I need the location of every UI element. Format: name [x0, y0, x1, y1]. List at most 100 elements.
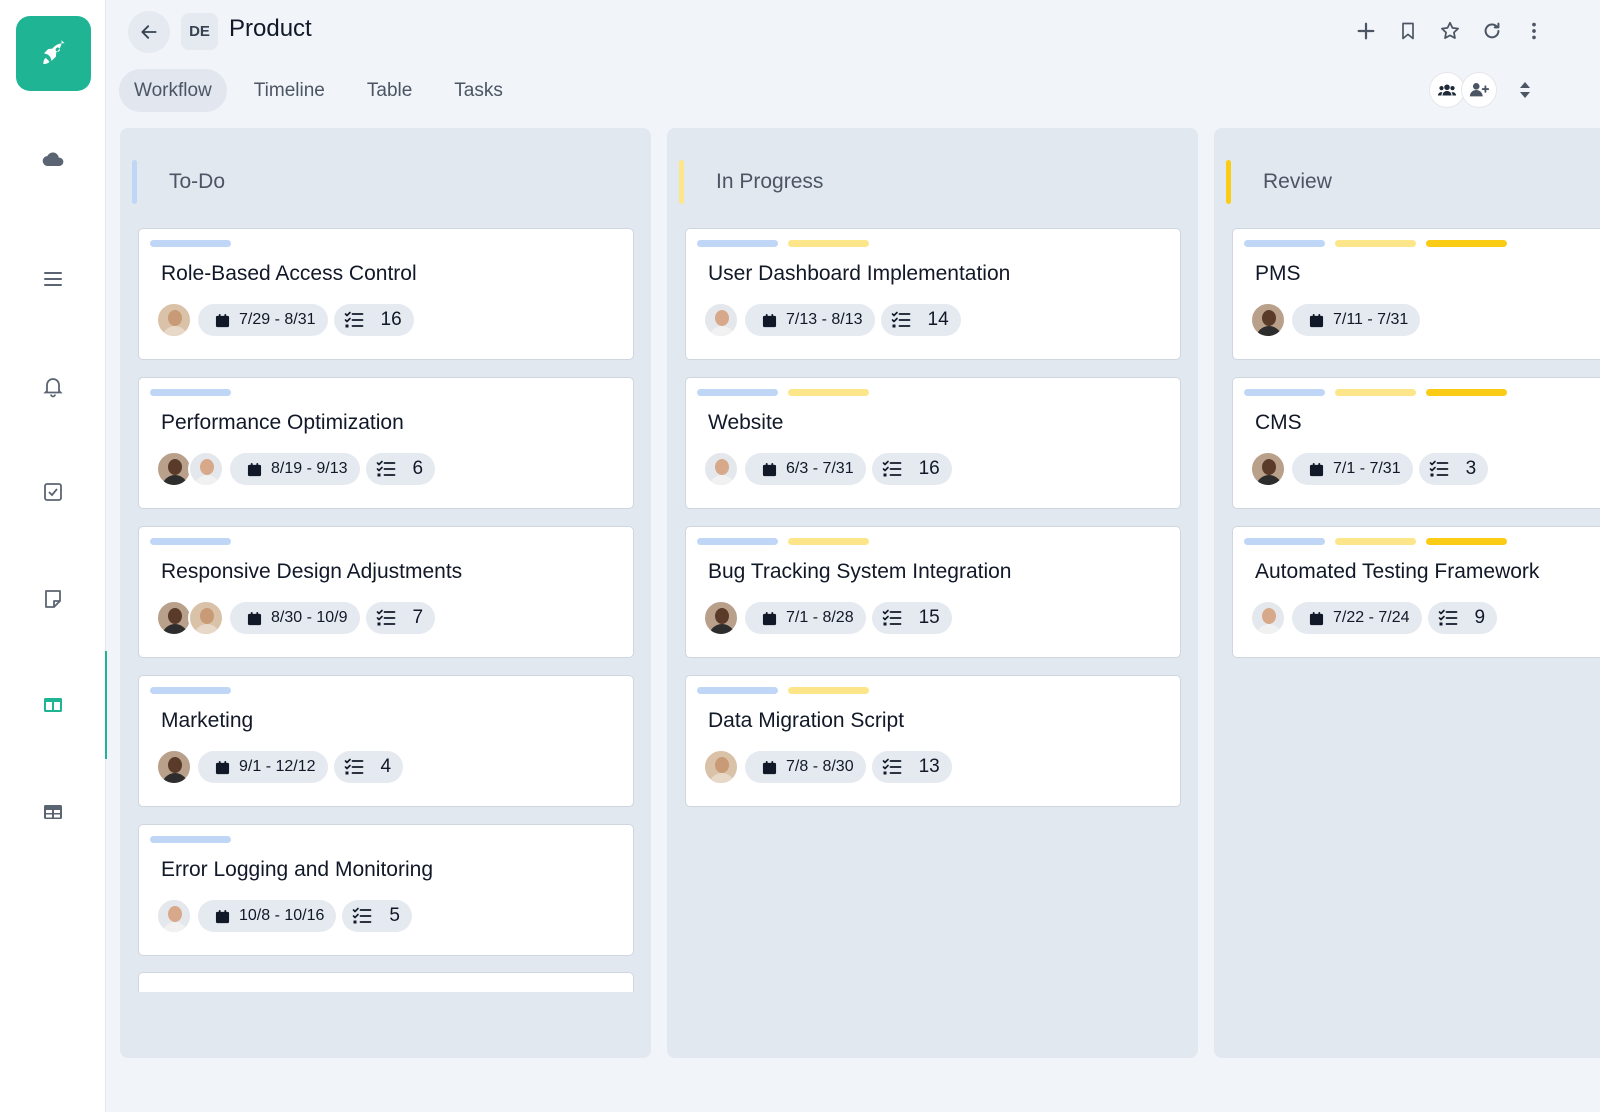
sidebar-item-notifications[interactable] — [0, 332, 106, 440]
members-button[interactable] — [1429, 72, 1465, 108]
calendar-icon — [215, 760, 230, 774]
date-range-pill[interactable]: 7/11 - 7/31 — [1292, 304, 1421, 336]
task-card[interactable]: Responsive Design Adjustments 8/30 - 10/9… — [138, 526, 634, 658]
avatar[interactable] — [156, 749, 192, 785]
card-title: User Dashboard Implementation — [708, 262, 1011, 285]
sidebar-item-board[interactable] — [0, 651, 107, 759]
calendar-icon — [215, 909, 230, 923]
card-title: Website — [708, 411, 784, 434]
tab-timeline[interactable]: Timeline — [239, 69, 340, 112]
checkbox-icon — [44, 483, 62, 501]
sidebar-item-cloud[interactable] — [0, 106, 106, 214]
sticky-note-icon — [45, 590, 61, 608]
avatar[interactable] — [1250, 600, 1286, 636]
sidebar-item-table[interactable] — [0, 758, 106, 866]
card-tags — [697, 389, 869, 396]
date-range-pill[interactable]: 7/29 - 8/31 — [198, 304, 328, 336]
card-tags — [150, 687, 231, 694]
tab-table[interactable]: Table — [352, 69, 427, 112]
avatar[interactable] — [156, 302, 192, 338]
card-title: Marketing — [161, 709, 254, 732]
subtask-count-pill[interactable]: 13 — [871, 751, 952, 783]
subtask-count-pill[interactable]: 14 — [880, 304, 961, 336]
avatar[interactable] — [156, 898, 192, 934]
avatar[interactable] — [1250, 302, 1286, 338]
more-options-button[interactable] — [1522, 14, 1546, 48]
date-range-text: 8/30 - 10/9 — [271, 609, 348, 626]
subtask-count-pill[interactable]: 6 — [365, 453, 436, 485]
avatar[interactable] — [703, 749, 739, 785]
task-card[interactable]: Performance Optimization 8/19 - 9/13 6 — [138, 377, 634, 509]
add-member-button[interactable] — [1461, 72, 1497, 108]
date-range-pill[interactable]: 7/8 - 8/30 — [745, 751, 866, 783]
refresh-button[interactable] — [1480, 14, 1504, 48]
date-range-pill[interactable]: 7/22 - 7/24 — [1292, 602, 1422, 634]
bell-icon — [43, 378, 63, 398]
card-title: Role-Based Access Control — [161, 262, 417, 285]
avatar[interactable] — [703, 600, 739, 636]
sidebar-item-list[interactable] — [0, 225, 106, 333]
avatar[interactable] — [156, 600, 192, 636]
avatar[interactable] — [1250, 451, 1286, 487]
task-card[interactable]: Website 6/3 - 7/31 16 — [685, 377, 1181, 509]
subtask-count-pill[interactable]: 3 — [1418, 453, 1489, 485]
task-card[interactable]: PMS 7/11 - 7/31 — [1232, 228, 1600, 360]
task-card[interactable]: Bug Tracking System Integration 7/1 - 8/2… — [685, 526, 1181, 658]
date-range-pill[interactable]: 9/1 - 12/12 — [198, 751, 328, 783]
task-card[interactable]: User Dashboard Implementation 7/13 - 8/13… — [685, 228, 1181, 360]
subtask-count-pill[interactable]: 4 — [333, 751, 404, 783]
subtask-count-pill[interactable]: 9 — [1427, 602, 1498, 634]
calendar-icon — [247, 611, 262, 625]
tag-stripe — [150, 687, 231, 694]
card-tags — [1244, 240, 1507, 247]
avatar[interactable] — [188, 600, 224, 636]
task-card[interactable]: Role-Based Access Control 7/29 - 8/31 16 — [138, 228, 634, 360]
checklist-icon — [882, 460, 902, 477]
date-range-text: 7/1 - 8/28 — [786, 609, 854, 626]
sidebar-item-tasks[interactable] — [0, 438, 106, 546]
date-range-pill[interactable]: 10/8 - 10/16 — [198, 900, 337, 932]
subtask-count-pill[interactable]: 5 — [342, 900, 412, 932]
column-color-bar — [1226, 160, 1231, 204]
bookmark-button[interactable] — [1396, 14, 1420, 48]
date-range-pill[interactable]: 8/30 - 10/9 — [230, 602, 360, 634]
avatar[interactable] — [188, 451, 224, 487]
avatar[interactable] — [156, 451, 192, 487]
partial-card[interactable] — [138, 972, 634, 992]
add-button[interactable] — [1354, 14, 1378, 48]
favorite-button[interactable] — [1438, 14, 1462, 48]
card-tags — [1244, 538, 1507, 545]
tab-workflow[interactable]: Workflow — [119, 69, 227, 112]
app-logo[interactable] — [16, 16, 91, 91]
card-meta: 7/13 - 8/13 14 — [703, 302, 961, 338]
task-card[interactable]: Automated Testing Framework 7/22 - 7/24 9 — [1232, 526, 1600, 658]
column-color-bar — [679, 160, 684, 204]
card-tags — [697, 687, 869, 694]
avatar[interactable] — [703, 451, 739, 487]
date-range-pill[interactable]: 7/1 - 7/31 — [1292, 453, 1413, 485]
avatar[interactable] — [703, 302, 739, 338]
subtask-count-text: 6 — [412, 458, 424, 479]
collapse-toggle[interactable] — [1513, 78, 1537, 102]
subtask-count-text: 16 — [380, 309, 402, 330]
back-button[interactable] — [128, 11, 170, 53]
task-card[interactable]: CMS 7/1 - 7/31 3 — [1232, 377, 1600, 509]
tab-tasks[interactable]: Tasks — [439, 69, 518, 112]
card-title: Responsive Design Adjustments — [161, 560, 463, 583]
card-meta: 10/8 - 10/16 5 — [156, 898, 412, 934]
card-tags — [697, 240, 869, 247]
subtask-count-pill[interactable]: 16 — [871, 453, 952, 485]
subtask-count-pill[interactable]: 16 — [333, 304, 414, 336]
sidebar-item-notes[interactable] — [0, 545, 106, 653]
date-range-pill[interactable]: 6/3 - 7/31 — [745, 453, 866, 485]
column-title: To-Do — [169, 170, 226, 193]
task-card[interactable]: Data Migration Script 7/8 - 8/30 13 — [685, 675, 1181, 807]
task-card[interactable]: Marketing 9/1 - 12/12 4 — [138, 675, 634, 807]
subtask-count-pill[interactable]: 15 — [871, 602, 952, 634]
date-range-pill[interactable]: 7/1 - 8/28 — [745, 602, 866, 634]
date-range-pill[interactable]: 7/13 - 8/13 — [745, 304, 875, 336]
date-range-pill[interactable]: 8/19 - 9/13 — [230, 453, 360, 485]
card-tags — [150, 389, 231, 396]
task-card[interactable]: Error Logging and Monitoring 10/8 - 10/16… — [138, 824, 634, 956]
subtask-count-pill[interactable]: 7 — [365, 602, 436, 634]
